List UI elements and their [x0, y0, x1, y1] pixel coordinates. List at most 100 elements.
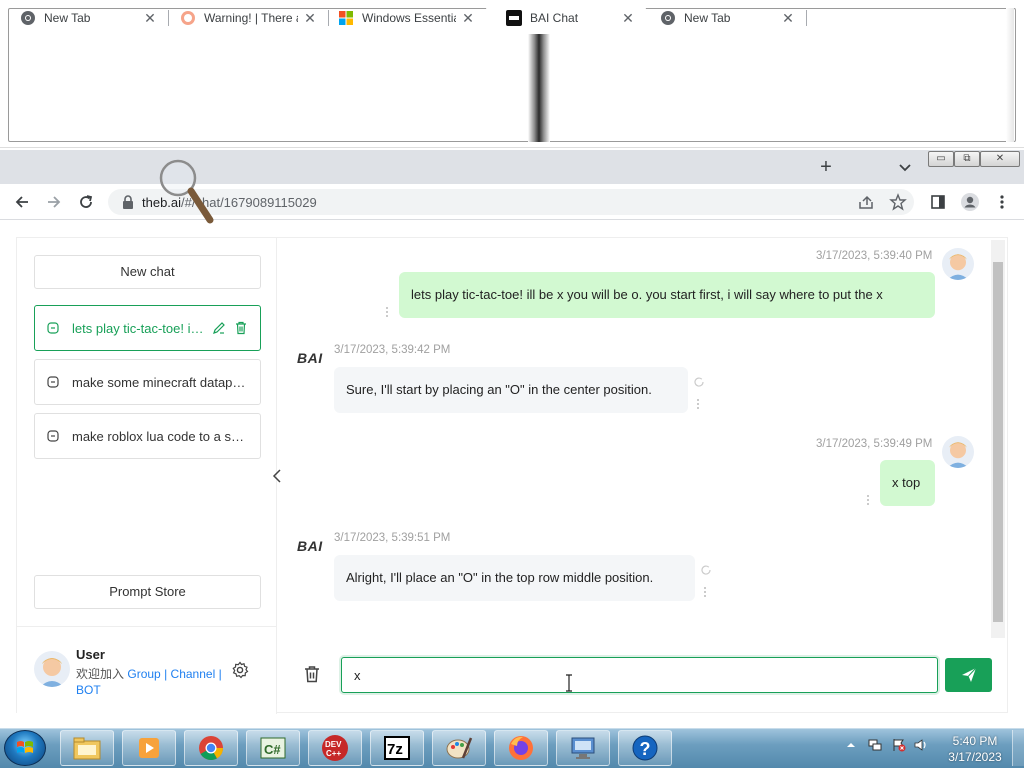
chrome-icon: [660, 10, 676, 26]
tab-close-icon[interactable]: ✕: [302, 10, 318, 26]
conversation-title: lets play tic-tac-toe! ill be x you will…: [72, 320, 204, 336]
prompt-store-button[interactable]: Prompt Store: [34, 575, 261, 609]
new-chat-button[interactable]: New chat: [34, 255, 261, 289]
forward-arrow-icon[interactable]: [44, 192, 64, 212]
message-timestamp: 3/17/2023, 5:39:42 PM: [334, 344, 451, 356]
maximize-button[interactable]: ⧉: [954, 151, 980, 167]
chat-scrollbar-thumb[interactable]: [993, 262, 1003, 622]
conversation-item[interactable]: make some minecraft datapack code: [34, 359, 261, 405]
edit-pencil-icon[interactable]: [212, 321, 226, 335]
regenerate-icon[interactable]: [700, 564, 712, 576]
7zip-icon[interactable]: 7z: [370, 730, 424, 766]
firefox-icon[interactable]: [494, 730, 548, 766]
start-button[interactable]: [4, 730, 46, 766]
tab-new-tab-2[interactable]: New Tab ✕: [640, 2, 806, 34]
message-menu-icon[interactable]: [703, 586, 707, 598]
new-tab-button[interactable]: +: [816, 157, 836, 178]
back-arrow-icon[interactable]: [12, 192, 32, 212]
tab-warning[interactable]: Warning! | There a ✕: [160, 2, 328, 34]
bot-link[interactable]: BOT: [76, 683, 101, 697]
volume-icon[interactable]: [914, 738, 928, 752]
bai-logo: BAI: [297, 350, 323, 366]
media-player-icon[interactable]: [122, 730, 176, 766]
svg-text:C++: C++: [326, 749, 341, 758]
message-menu-icon[interactable]: [696, 398, 700, 410]
conversation-title: make roblox lua code to a script: [72, 428, 248, 444]
system-clock[interactable]: 5:40 PM 3/17/2023: [942, 733, 1008, 765]
warning-site-icon: [180, 10, 196, 26]
remote-desktop-icon[interactable]: [556, 730, 610, 766]
send-button[interactable]: [945, 658, 992, 692]
bookmark-star-icon[interactable]: [888, 192, 908, 212]
tab-title: New Tab: [44, 11, 91, 25]
help-icon[interactable]: ?: [618, 730, 672, 766]
tab-title: Windows Essentia: [362, 11, 456, 25]
close-window-button[interactable]: ✕: [980, 151, 1020, 167]
windows-icon: [338, 10, 354, 26]
minimize-button[interactable]: ▭: [928, 151, 954, 167]
reload-icon[interactable]: [76, 192, 96, 212]
chat-bubble-icon: [47, 430, 59, 442]
address-bar[interactable]: theb.ai/#/chat/1679089115029: [108, 189, 914, 215]
user-panel: User 欢迎加入 Group | Channel | BOT: [17, 626, 276, 714]
tab-new-tab-1[interactable]: New Tab ✕: [0, 2, 168, 34]
clock-date: 3/17/2023: [948, 750, 1002, 764]
svg-text:?: ?: [640, 739, 651, 759]
show-desktop-button[interactable]: [1012, 730, 1024, 766]
clear-chat-trash-icon[interactable]: [302, 664, 324, 686]
join-community-text: 欢迎加入 Group | Channel | BOT: [76, 666, 226, 698]
bot-message-bubble: Alright, I'll place an "O" in the top ro…: [334, 555, 695, 601]
tab-close-icon[interactable]: ✕: [780, 10, 796, 26]
chat-bubble-icon: [47, 376, 59, 388]
message-timestamp: 3/17/2023, 5:39:49 PM: [816, 438, 933, 450]
user-avatar[interactable]: [34, 651, 70, 687]
user-avatar: [942, 248, 974, 280]
windows-logo-icon: [17, 741, 33, 753]
message-input[interactable]: [341, 657, 938, 693]
paint-icon[interactable]: [432, 730, 486, 766]
message-timestamp: 3/17/2023, 5:39:51 PM: [334, 532, 451, 544]
network-icon[interactable]: [868, 738, 882, 752]
tab-close-icon[interactable]: ✕: [142, 10, 158, 26]
svg-text:7z: 7z: [387, 741, 403, 758]
gear-icon[interactable]: [231, 661, 249, 679]
tab-title: BAI Chat: [530, 11, 579, 25]
kebab-menu-icon[interactable]: [992, 192, 1012, 212]
profile-icon[interactable]: [960, 192, 980, 212]
svg-text:C#: C#: [264, 742, 281, 757]
tab-title: Warning! | There a: [204, 11, 298, 25]
file-explorer-icon[interactable]: [60, 730, 114, 766]
regenerate-icon[interactable]: [693, 376, 705, 388]
chrome-icon[interactable]: [184, 730, 238, 766]
user-message-bubble: lets play tic-tac-toe! ill be x you will…: [399, 272, 935, 318]
tab-windows-essentials[interactable]: Windows Essentia ✕: [318, 2, 486, 34]
message-menu-icon[interactable]: [866, 494, 870, 506]
tab-close-icon[interactable]: ✕: [620, 10, 636, 26]
chat-panel: 3/17/2023, 5:39:40 PM lets play tic-tac-…: [278, 238, 993, 638]
bai-icon: [506, 10, 522, 26]
tab-close-icon[interactable]: ✕: [460, 10, 476, 26]
lock-icon: [122, 195, 134, 209]
user-message-bubble: x top: [880, 460, 935, 506]
share-icon[interactable]: [856, 192, 876, 212]
devcpp-icon[interactable]: DEV C++: [308, 730, 362, 766]
conversation-item[interactable]: make roblox lua code to a script: [34, 413, 261, 459]
conversation-item-active[interactable]: lets play tic-tac-toe! ill be x you will…: [34, 305, 261, 351]
side-panel-icon[interactable]: [928, 192, 948, 212]
csharp-icon[interactable]: C#: [246, 730, 300, 766]
group-link[interactable]: Group: [127, 667, 160, 681]
action-center-flag-icon[interactable]: [892, 738, 906, 752]
sidebar: New chat lets play tic-tac-toe! ill be x…: [17, 238, 277, 714]
conversation-title: make some minecraft datapack code: [72, 374, 248, 390]
bai-logo: BAI: [297, 538, 323, 554]
channel-link[interactable]: Channel: [171, 667, 216, 681]
tab-bai-chat[interactable]: BAI Chat ✕: [486, 2, 646, 34]
text-cursor-icon: [564, 674, 574, 692]
message-timestamp: 3/17/2023, 5:39:40 PM: [816, 250, 933, 262]
tab-strip: [0, 150, 1024, 184]
delete-trash-icon[interactable]: [234, 321, 248, 335]
tab-search-chevron-icon[interactable]: [896, 158, 914, 176]
tab-title: New Tab: [684, 11, 731, 25]
message-menu-icon[interactable]: [385, 306, 389, 318]
show-hidden-icons-chevron-icon[interactable]: [844, 738, 858, 752]
